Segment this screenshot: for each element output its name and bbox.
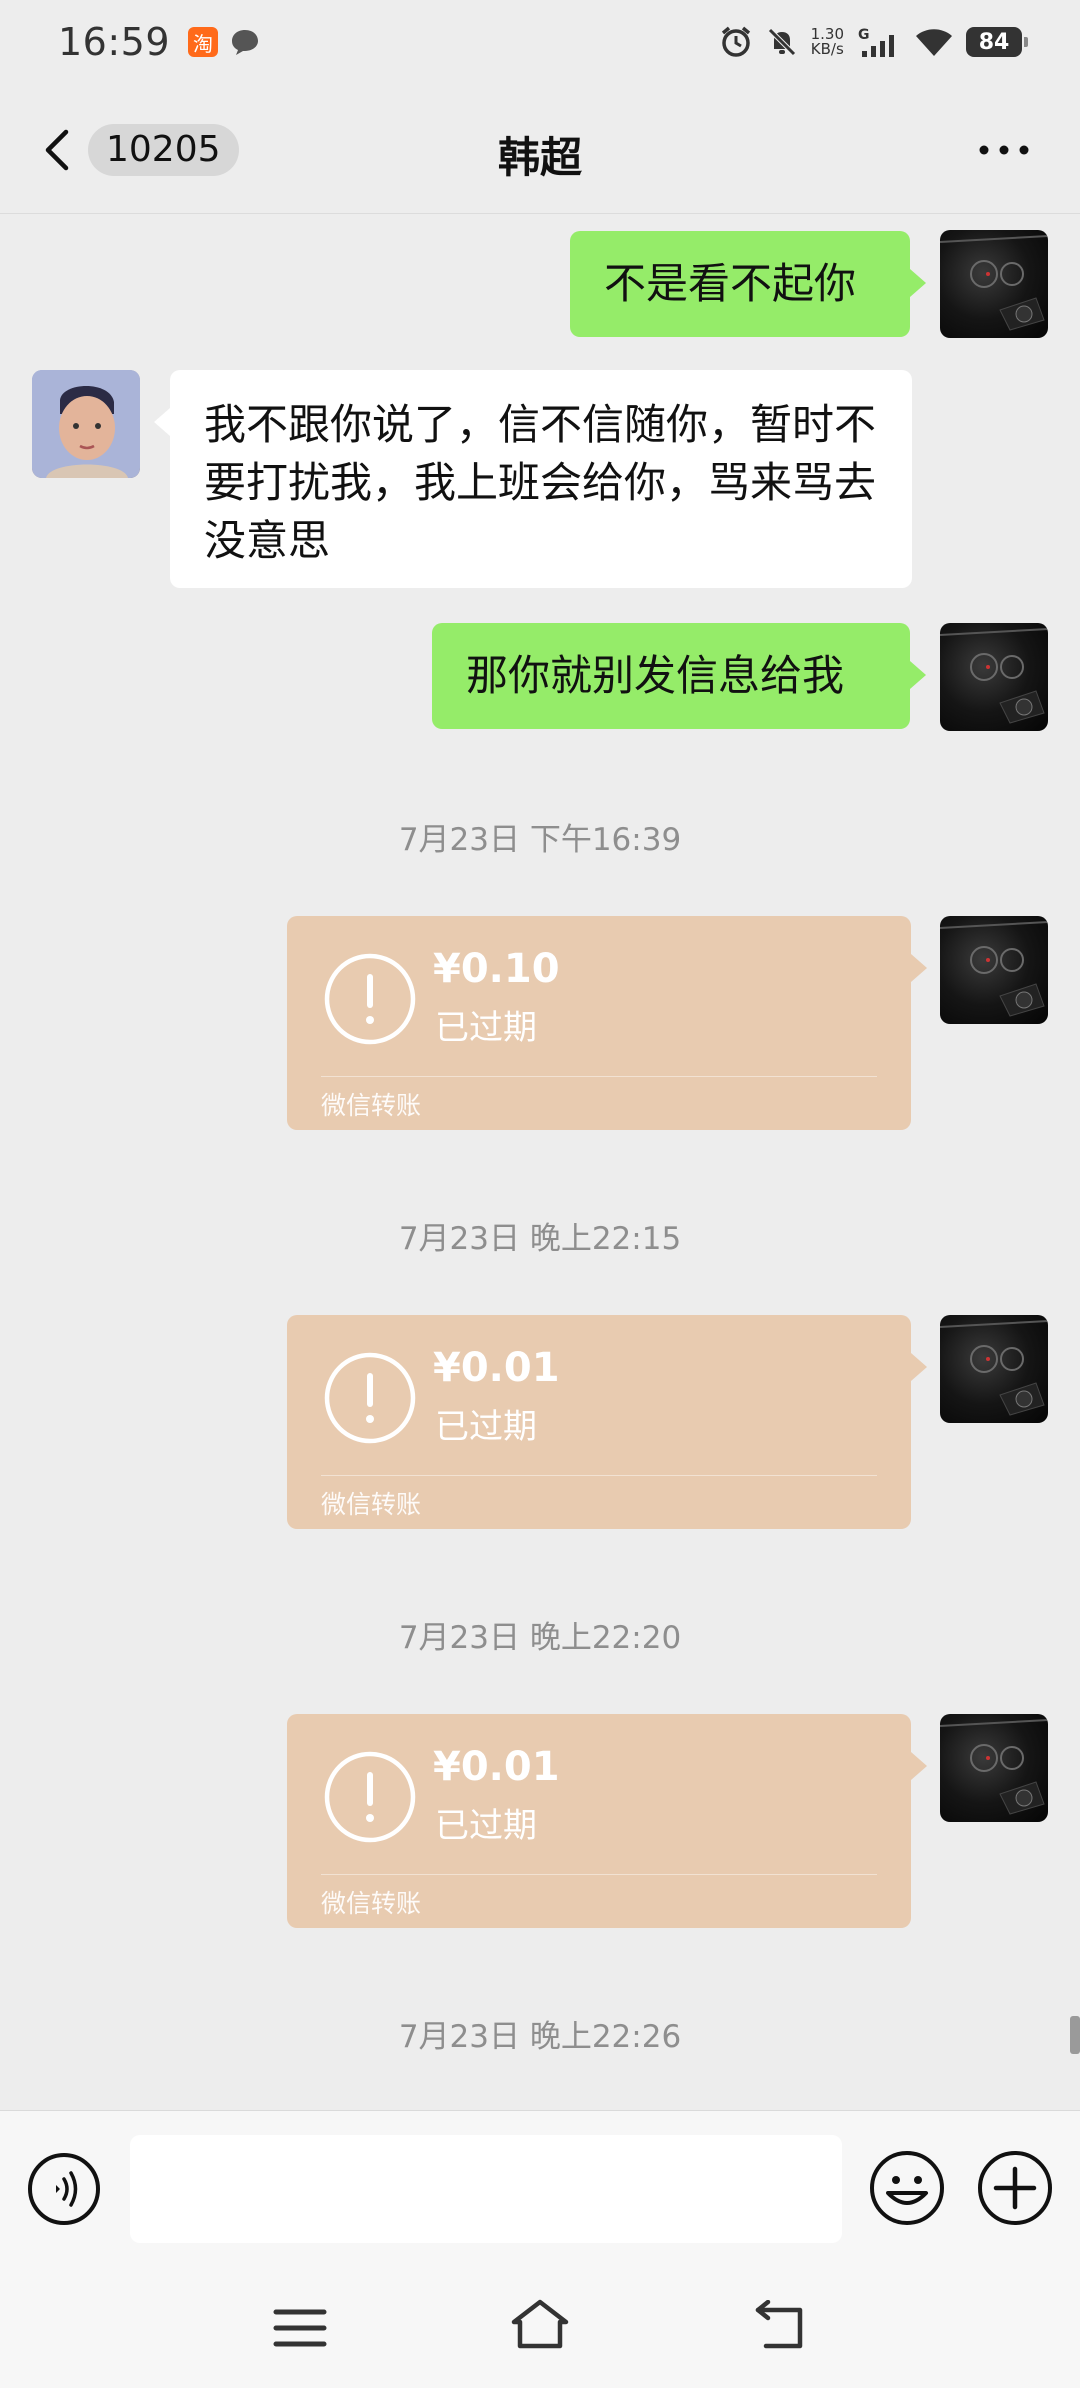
network-speed: 1.30 KB/s	[810, 25, 844, 58]
dashboard-photo	[940, 1320, 1048, 1416]
alarm-icon	[721, 26, 750, 57]
transfer-label: 微信转账	[321, 1889, 422, 1918]
unread-count-badge[interactable]: 10205	[88, 124, 239, 176]
signal-icon: G	[858, 27, 894, 57]
self-avatar[interactable]	[940, 230, 1048, 338]
emoji-icon[interactable]	[868, 2149, 946, 2227]
back-arrow-icon[interactable]	[750, 2300, 810, 2352]
message-timestamp: 7月23日 下午16:39	[398, 822, 682, 858]
message-bubble-friend[interactable]: 我不跟你说了，信不信随你，暂时不要打扰我，我上班会给你，骂来骂去没意思	[154, 370, 912, 588]
message-notification-icon	[232, 30, 259, 55]
wifi-icon	[916, 29, 952, 56]
message-bubble-self[interactable]: 那你就别发信息给我	[432, 623, 926, 729]
transfer-label: 微信转账	[321, 1490, 422, 1519]
more-dots-icon[interactable]	[976, 136, 1032, 164]
transfer-status: 已过期	[435, 1008, 537, 1048]
divider	[321, 1076, 877, 1077]
exclamation-circle-icon	[324, 1751, 416, 1843]
mute-bell-icon	[767, 28, 796, 56]
wechat-transfer-card[interactable]: ¥0.01 已过期 微信转账	[287, 1315, 927, 1529]
message-timestamp: 7月23日 晚上22:15	[398, 1221, 682, 1257]
wechat-transfer-card[interactable]: ¥0.01 已过期 微信转账	[287, 1714, 927, 1928]
dashboard-photo	[940, 628, 1048, 724]
dashboard-photo	[940, 921, 1048, 1017]
exclamation-circle-icon	[324, 953, 416, 1045]
voice-icon[interactable]	[26, 2151, 102, 2227]
divider	[321, 1874, 877, 1875]
wechat-transfer-card[interactable]: ¥0.10 已过期 微信转账	[287, 916, 927, 1130]
transfer-amount: ¥0.01	[433, 1345, 560, 1391]
transfer-status: 已过期	[435, 1407, 537, 1447]
transfer-amount: ¥0.01	[433, 1744, 560, 1790]
dashboard-photo	[940, 235, 1048, 331]
transfer-label: 微信转账	[321, 1091, 422, 1120]
message-input[interactable]	[130, 2135, 842, 2243]
transfer-amount: ¥0.10	[433, 946, 560, 992]
system-navigation-bar	[0, 2264, 1080, 2388]
dashboard-photo	[940, 1719, 1048, 1815]
self-avatar[interactable]	[940, 1315, 1048, 1423]
chevron-left-icon[interactable]	[38, 128, 78, 172]
transfer-status: 已过期	[435, 1806, 537, 1846]
self-avatar[interactable]	[940, 623, 1048, 731]
message-bubble-self[interactable]: 不是看不起你	[570, 231, 926, 337]
self-avatar[interactable]	[940, 916, 1048, 1024]
status-time: 16:59	[58, 20, 171, 64]
taobao-icon: 淘	[188, 27, 219, 57]
self-avatar[interactable]	[940, 1714, 1048, 1822]
divider	[321, 1475, 877, 1476]
home-icon[interactable]	[508, 2296, 572, 2352]
message-timestamp: 7月23日 晚上22:26	[398, 2019, 682, 2055]
title-bar: 10205 韩超	[0, 84, 1080, 214]
menu-icon[interactable]	[270, 2304, 330, 2352]
status-bar: 16:59 淘 1.30 KB/s G 84	[0, 0, 1080, 84]
friend-photo	[32, 370, 140, 478]
svg-text:G: G	[858, 27, 870, 43]
friend-avatar[interactable]	[32, 370, 140, 478]
chat-screen: 16:59 淘 1.30 KB/s G 84 10205 韩超 不是看不起你 我…	[0, 0, 1080, 2388]
input-bar	[0, 2110, 1080, 2264]
exclamation-circle-icon	[324, 1352, 416, 1444]
message-timestamp: 7月23日 晚上22:20	[398, 1620, 682, 1656]
scrollbar-thumb[interactable]	[1070, 2016, 1080, 2054]
plus-icon[interactable]	[976, 2149, 1054, 2227]
battery-indicator: 84	[966, 27, 1028, 57]
